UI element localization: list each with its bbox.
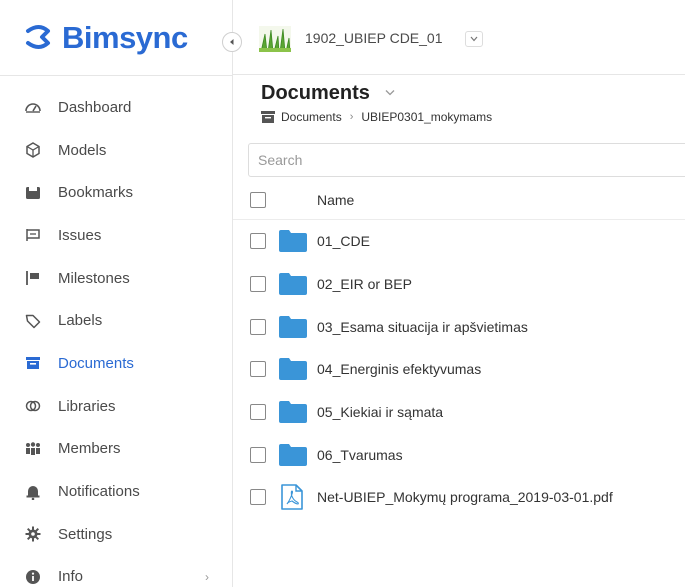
project-name[interactable]: 1902_UBIEP CDE_01: [305, 30, 443, 46]
flag-icon: [24, 269, 42, 287]
row-checkbox[interactable]: [250, 361, 266, 378]
sidebar-item-info[interactable]: Info ›: [0, 556, 233, 587]
documents-icon: [261, 111, 275, 123]
members-icon: [24, 440, 42, 458]
file-name[interactable]: 03_Esama situacija ir apšvietimas: [317, 319, 528, 335]
sidebar-item-members[interactable]: Members: [0, 428, 233, 471]
file-name[interactable]: Net-UBIEP_Mokymų programa_2019-03-01.pdf: [317, 489, 613, 505]
row-checkbox[interactable]: [250, 446, 266, 463]
sidebar-item-label: Models: [58, 141, 107, 159]
sidebar-item-settings[interactable]: Settings: [0, 513, 233, 556]
sidebar-item-label: Settings: [58, 525, 113, 543]
sidebar-item-bookmarks[interactable]: Bookmarks: [0, 171, 233, 214]
sidebar-item-label: Documents: [58, 354, 134, 372]
search-input[interactable]: Search: [248, 143, 685, 177]
folder-icon: [279, 230, 307, 253]
sidebar-item-dashboard[interactable]: Dashboard: [0, 86, 233, 129]
sidebar-item-issues[interactable]: Issues: [0, 214, 233, 257]
tag-icon: [24, 312, 42, 330]
chevron-right-icon: ›: [205, 569, 209, 584]
sidebar-item-label: Labels: [58, 312, 103, 330]
logo[interactable]: Bimsync: [22, 20, 188, 56]
info-icon: [24, 568, 42, 586]
sidebar-item-models[interactable]: Models: [0, 129, 233, 172]
row-checkbox[interactable]: [250, 489, 266, 506]
table-row[interactable]: 01_CDE: [233, 220, 685, 263]
sidebar-item-label: Bookmarks: [58, 184, 134, 202]
folder-icon: [279, 358, 307, 381]
file-name[interactable]: 06_Tvarumas: [317, 447, 403, 463]
sidebar-item-label: Dashboard: [58, 98, 132, 116]
file-name[interactable]: 02_EIR or BEP: [317, 276, 412, 292]
table-row[interactable]: Net-UBIEP_Mokymų programa_2019-03-01.pdf: [233, 476, 685, 519]
issues-icon: [24, 226, 42, 244]
breadcrumb-item-documents[interactable]: Documents: [281, 110, 342, 124]
table-row[interactable]: 04_Energinis efektyvumas: [233, 348, 685, 391]
column-header-name[interactable]: Name: [317, 192, 354, 208]
sidebar-item-label: Issues: [58, 226, 102, 244]
table-row[interactable]: 05_Kiekiai ir sąmata: [233, 391, 685, 434]
table-row[interactable]: 02_EIR or BEP: [233, 263, 685, 306]
sidebar-item-labels[interactable]: Labels: [0, 299, 233, 342]
sidebar-item-label: Info: [58, 568, 84, 586]
folder-icon: [279, 401, 307, 424]
breadcrumb-item-current[interactable]: UBIEP0301_mokymams: [361, 110, 492, 124]
folder-icon: [279, 273, 307, 296]
sidebar-item-libraries[interactable]: Libraries: [0, 385, 233, 428]
project-dropdown-button[interactable]: [465, 31, 483, 47]
chevron-right-icon: ›: [349, 111, 354, 123]
sidebar-item-label: Milestones: [58, 269, 130, 287]
cube-icon: [24, 141, 42, 159]
dashboard-icon: [24, 98, 42, 116]
sidebar-item-milestones[interactable]: Milestones: [0, 257, 233, 300]
libraries-icon: [24, 397, 42, 415]
sidebar-item-label: Notifications: [58, 483, 140, 501]
folder-icon: [279, 315, 307, 338]
sidebar-item-label: Libraries: [58, 397, 116, 415]
chevron-down-icon: [385, 90, 395, 96]
table-header: Name: [233, 180, 685, 220]
folder-icon: [279, 443, 307, 466]
title-dropdown-button[interactable]: [385, 87, 395, 99]
sidebar: Bimsync Dashboard Models Bookmarks Issue…: [0, 0, 233, 587]
row-checkbox[interactable]: [250, 404, 266, 421]
collapse-sidebar-button[interactable]: [222, 32, 242, 52]
documents-icon: [24, 354, 42, 372]
project-header: 1902_UBIEP CDE_01: [233, 0, 685, 75]
project-thumbnail[interactable]: [259, 26, 291, 52]
file-name[interactable]: 05_Kiekiai ir sąmata: [317, 404, 443, 420]
select-all-checkbox[interactable]: [250, 191, 266, 208]
bell-icon: [24, 483, 42, 501]
file-name[interactable]: 04_Energinis efektyvumas: [317, 361, 481, 377]
file-name[interactable]: 01_CDE: [317, 233, 370, 249]
sidebar-divider: [0, 75, 233, 76]
page-title: Documents: [261, 82, 370, 104]
row-checkbox[interactable]: [250, 276, 266, 293]
file-table: Name 01_CDE 02_EIR or BEP 03_Esama situa…: [233, 180, 685, 519]
bimsync-logo-icon: [26, 25, 50, 49]
row-checkbox[interactable]: [250, 233, 266, 250]
bookmark-icon: [24, 184, 42, 202]
sidebar-nav: Dashboard Models Bookmarks Issues Milest…: [0, 86, 233, 587]
brand-name: Bimsync: [62, 20, 188, 55]
chevron-left-icon: [230, 39, 234, 45]
chevron-down-icon: [470, 36, 478, 42]
gear-icon: [24, 525, 42, 543]
sidebar-item-documents[interactable]: Documents: [0, 342, 233, 385]
breadcrumb: Documents › UBIEP0301_mokymams: [261, 110, 492, 124]
sidebar-item-notifications[interactable]: Notifications: [0, 470, 233, 513]
table-row[interactable]: 06_Tvarumas: [233, 433, 685, 476]
pdf-file-icon: [281, 484, 303, 511]
row-checkbox[interactable]: [250, 318, 266, 335]
sidebar-item-label: Members: [58, 440, 121, 458]
table-row[interactable]: 03_Esama situacija ir apšvietimas: [233, 305, 685, 348]
